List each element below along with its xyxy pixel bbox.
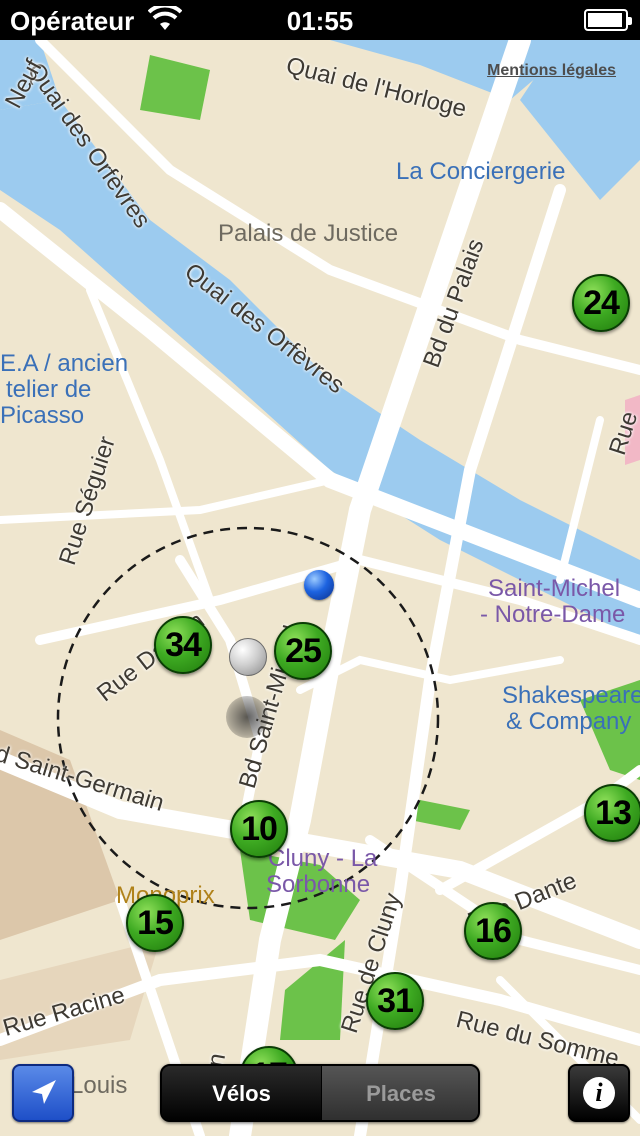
info-icon: i [583, 1077, 615, 1109]
bike-station-marker[interactable]: 31 [366, 972, 424, 1030]
place-label-cluny: Sorbonne [266, 871, 371, 898]
bike-station-marker[interactable]: 25 [274, 622, 332, 680]
bike-station-marker[interactable]: 34 [154, 616, 212, 674]
bike-station-marker[interactable]: 16 [464, 902, 522, 960]
place-label-shakespeare: & Company [506, 708, 632, 735]
map-view[interactable]: Mentions légales Quai de l'Horloge Quai … [0, 40, 640, 1136]
place-label-cluny: Cluny - La [268, 845, 378, 872]
place-label-picasso: telier de [6, 376, 92, 403]
street-label: Louis [70, 1072, 128, 1099]
segment-bikes[interactable]: Vélos [162, 1066, 321, 1120]
bike-station-marker[interactable]: 13 [584, 784, 640, 842]
place-label-shakespeare: Shakespeare [502, 682, 640, 709]
status-time: 01:55 [286, 6, 354, 36]
bike-station-marker[interactable]: 15 [126, 894, 184, 952]
pin-shadow [226, 696, 268, 738]
bike-station-marker[interactable]: 10 [230, 800, 288, 858]
locate-me-button[interactable] [12, 1064, 74, 1122]
battery-icon [584, 9, 632, 31]
place-label-saint-michel: Saint-Michel [488, 575, 621, 602]
user-location-dot [304, 570, 334, 600]
selected-location-pin[interactable] [229, 638, 267, 676]
info-button[interactable]: i [568, 1064, 630, 1122]
mode-segmented-control[interactable]: Vélos Places [160, 1064, 480, 1122]
location-arrow-icon [32, 1080, 56, 1104]
status-bar: Opérateur 01:55 [0, 0, 640, 40]
place-label-conciergerie: La Conciergerie [396, 158, 566, 185]
segment-places[interactable]: Places [321, 1066, 478, 1120]
place-label-palais-justice: Palais de Justice [218, 220, 399, 247]
place-label-picasso: Picasso [0, 402, 85, 429]
bike-station-marker[interactable]: 24 [572, 274, 630, 332]
place-label-saint-michel: - Notre-Dame [480, 601, 626, 628]
place-label-picasso: E.A / ancien [0, 350, 129, 377]
legal-notices-link[interactable]: Mentions légales [487, 62, 616, 80]
